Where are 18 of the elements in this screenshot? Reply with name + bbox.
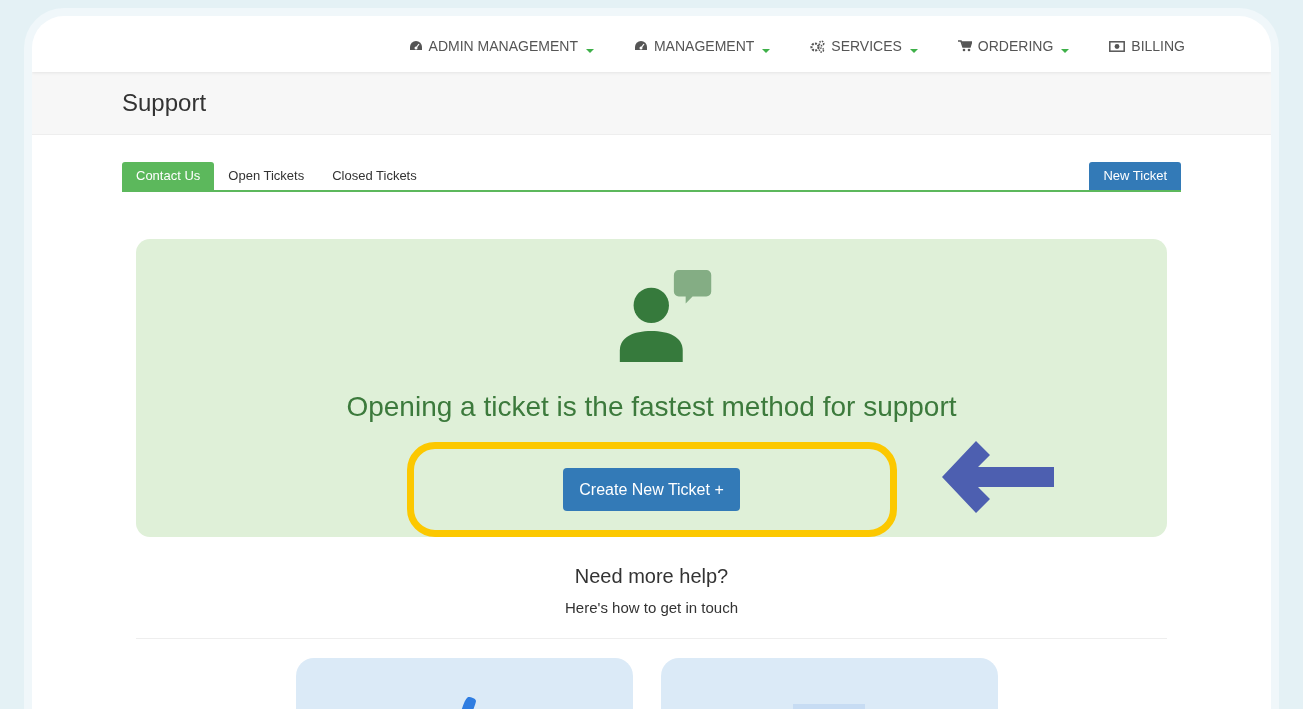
hero-heading: Opening a ticket is the fastest method for support — [346, 390, 957, 425]
nav-menu-link[interactable]: MANAGEMENT — [633, 31, 771, 57]
new-ticket-button[interactable]: New Ticket — [1089, 162, 1181, 190]
tab[interactable]: Open Tickets — [214, 162, 319, 190]
help-subtitle: Here's how to get in touch — [565, 598, 738, 618]
gears-icon — [810, 39, 826, 53]
create-ticket-button[interactable]: Create New Ticket + — [563, 468, 740, 512]
cart-icon — [957, 40, 972, 52]
help-title: Need more help? — [574, 564, 729, 589]
gauge-icon — [408, 40, 423, 52]
page-title: Support — [122, 88, 207, 118]
banknote-icon — [1109, 40, 1126, 52]
nav-menu-link[interactable]: ORDERING — [957, 31, 1070, 57]
nav-menu-link[interactable]: SERVICES — [810, 31, 918, 57]
tab[interactable]: Closed Tickets — [318, 162, 431, 190]
nav-menu-link[interactable]: ADMIN MANAGEMENT — [408, 31, 594, 57]
gauge-icon — [633, 40, 648, 52]
nav-menu-link[interactable]: BILLING — [1109, 31, 1185, 57]
